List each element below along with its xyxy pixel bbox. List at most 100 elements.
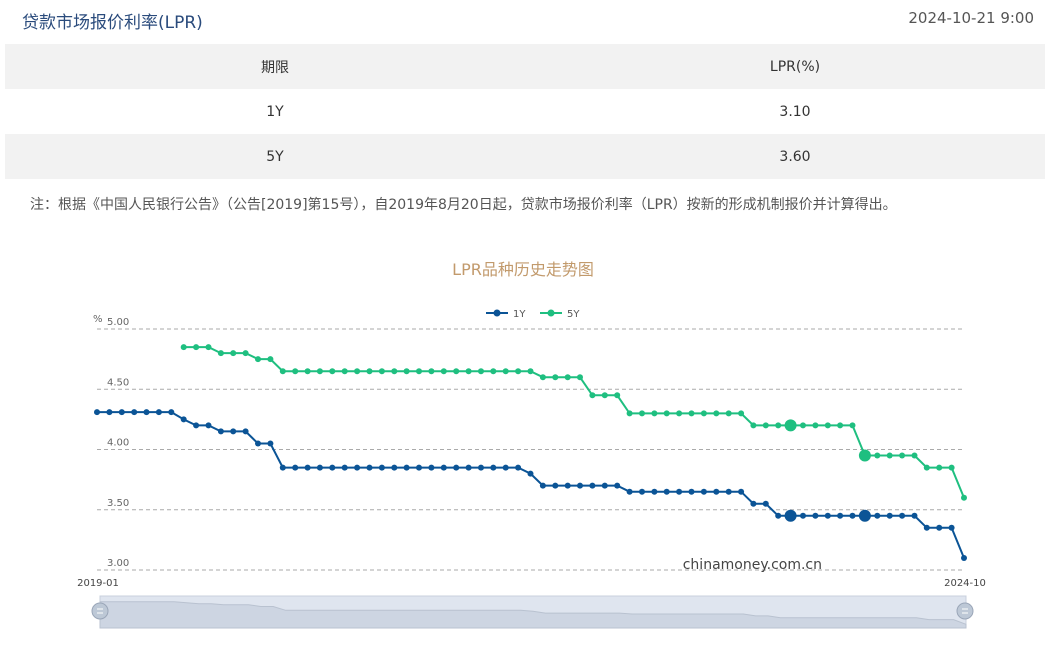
- series-layer: [94, 344, 967, 561]
- data-point: [143, 409, 150, 416]
- legend-item-1Y[interactable]: 1Y: [486, 309, 526, 320]
- data-point: [539, 482, 546, 489]
- data-point: [639, 488, 645, 495]
- data-point: [738, 410, 745, 417]
- data-point: [515, 368, 522, 375]
- legend-label: 1Y: [513, 309, 526, 320]
- data-point: [255, 356, 261, 363]
- data-point: [329, 368, 336, 375]
- data-point: [366, 368, 373, 375]
- data-point: [577, 374, 583, 381]
- data-point: [784, 509, 797, 522]
- data-point: [539, 374, 546, 381]
- slider-handle-left[interactable]: [91, 602, 109, 620]
- data-point: [502, 368, 509, 375]
- data-point: [700, 410, 707, 417]
- slider-handle-right[interactable]: [956, 602, 974, 620]
- data-point: [490, 464, 497, 471]
- data-point: [886, 452, 893, 459]
- data-point: [304, 464, 311, 471]
- series-line-5Y: [183, 346, 965, 499]
- slider-handle-right-knob[interactable]: [956, 602, 974, 620]
- slider-handle-left-knob[interactable]: [91, 602, 109, 620]
- data-point: [639, 410, 645, 417]
- slider-start-label: 2019-01: [77, 578, 119, 589]
- data-point: [292, 368, 299, 375]
- legend[interactable]: 1Y 5Y: [486, 309, 580, 320]
- data-point: [440, 368, 447, 375]
- data-point: [849, 422, 856, 429]
- data-point: [874, 452, 881, 459]
- data-point: [700, 488, 707, 495]
- data-point: [465, 368, 472, 375]
- data-point: [858, 509, 871, 522]
- data-point: [515, 464, 522, 471]
- data-point: [824, 422, 831, 429]
- data-point: [292, 464, 299, 471]
- data-point: [614, 392, 621, 399]
- series-line-1Y: [97, 411, 965, 559]
- data-point: [676, 410, 683, 417]
- data-point: [205, 344, 212, 351]
- data-point: [378, 464, 385, 471]
- data-point: [267, 440, 274, 447]
- data-point: [478, 464, 484, 471]
- data-point: [453, 368, 460, 375]
- data-point: [601, 392, 608, 399]
- data-point: [255, 440, 261, 447]
- data-point: [552, 374, 559, 381]
- data-point: [911, 452, 918, 459]
- data-point: [688, 410, 695, 417]
- data-point: [502, 464, 509, 471]
- data-point: [378, 368, 385, 375]
- data-point: [279, 368, 286, 375]
- data-point: [341, 368, 348, 375]
- data-point: [366, 464, 373, 471]
- range-slider[interactable]: [91, 595, 974, 629]
- data-point: [440, 464, 447, 471]
- data-point: [242, 428, 249, 435]
- data-point: [651, 410, 658, 417]
- y-tick-label: 4.00: [107, 438, 129, 449]
- data-point: [316, 464, 323, 471]
- data-point: [180, 416, 187, 423]
- data-point: [230, 428, 237, 435]
- data-point: [961, 494, 967, 501]
- data-point: [564, 482, 571, 489]
- data-point: [403, 464, 410, 471]
- data-point: [230, 350, 237, 357]
- data-point: [391, 464, 398, 471]
- legend-dot-icon: [547, 309, 555, 317]
- data-point: [784, 419, 797, 432]
- data-point: [948, 524, 955, 531]
- data-point: [886, 512, 893, 519]
- data-point: [155, 409, 162, 416]
- series-1Y: [94, 409, 967, 561]
- data-point: [688, 488, 695, 495]
- data-point: [651, 488, 658, 495]
- data-point: [354, 464, 361, 471]
- data-point: [626, 488, 633, 495]
- series-5Y: [180, 344, 967, 501]
- data-point: [725, 488, 732, 495]
- data-point: [899, 512, 906, 519]
- data-point: [416, 464, 422, 471]
- slider-end-label: 2024-10: [944, 578, 986, 589]
- data-point: [131, 409, 138, 416]
- data-point: [193, 344, 200, 351]
- data-point: [762, 500, 769, 507]
- data-point: [316, 368, 323, 375]
- data-point: [663, 488, 670, 495]
- data-point: [812, 422, 819, 429]
- data-point: [923, 464, 930, 471]
- data-point: [304, 368, 311, 375]
- data-point: [329, 464, 336, 471]
- gridlines: 5.00 4.50 4.00 3.50 3.00: [97, 317, 964, 571]
- data-point: [899, 452, 906, 459]
- data-point: [193, 422, 200, 429]
- data-point: [601, 482, 608, 489]
- data-point: [527, 368, 534, 375]
- legend-item-5Y[interactable]: 5Y: [540, 309, 580, 320]
- data-point: [217, 428, 224, 435]
- data-point: [478, 368, 484, 375]
